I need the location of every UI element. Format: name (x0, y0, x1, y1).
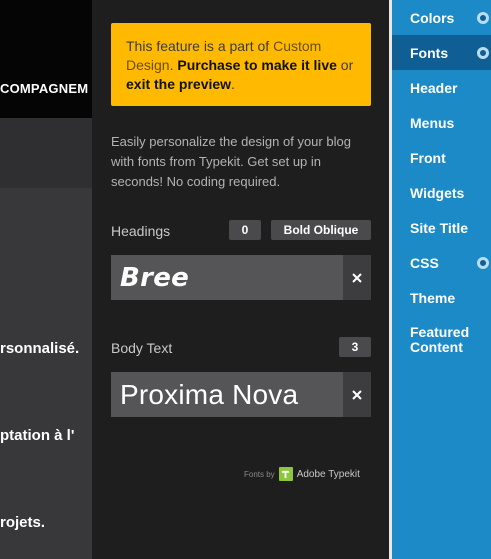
sidebar-item-label: Featured Content (410, 324, 470, 355)
body-text-count-badge: 3 (339, 337, 371, 357)
indicator-dot-icon (477, 256, 489, 269)
site-content (0, 188, 92, 559)
notice-text: or (336, 57, 354, 73)
sidebar-item-site-title[interactable]: Site Title (392, 210, 491, 245)
sidebar-item-label: Menus (410, 114, 455, 131)
sidebar-item-label: Widgets (410, 184, 465, 201)
headings-font-name[interactable]: Bree (111, 255, 343, 300)
upgrade-notice: This feature is a part of Custom Design.… (111, 23, 371, 106)
sidebar-item-label: Fonts (410, 44, 449, 61)
headings-label: Headings (111, 223, 171, 239)
exit-preview-link[interactable]: exit the preview (126, 76, 231, 92)
intro-text: Easily personalize the design of your bl… (111, 134, 351, 189)
sidebar-item-menus[interactable]: Menus (392, 105, 491, 140)
indicator-dot-icon (477, 46, 489, 59)
notice-text: This feature is a part of (126, 38, 274, 54)
sidebar-item-label: Colors (410, 9, 455, 26)
notice-text: . (231, 76, 235, 92)
site-nav-label: COMPAGNEM (0, 81, 89, 96)
body-text-label: Body Text (111, 340, 173, 356)
site-text-line: ptation à l' (0, 427, 75, 444)
sidebar-item-css[interactable]: CSS (392, 245, 491, 280)
typekit-name: Adobe Typekit (296, 468, 360, 480)
headings-font-selector: Bree (111, 255, 371, 300)
close-icon (352, 272, 362, 283)
headings-style-button[interactable]: Bold Oblique (271, 220, 371, 240)
body-text-font-selector: Proxima Nova (111, 372, 371, 417)
headings-count-badge: 0 (229, 220, 261, 240)
indicator-dot-icon (477, 11, 489, 24)
sidebar-item-header[interactable]: Header (392, 70, 491, 105)
close-icon (352, 389, 362, 400)
customizer-sidebar: Colors Fonts Header Menus Front Widgets … (392, 0, 491, 559)
site-text-line: rsonnalisé. (0, 340, 80, 357)
site-preview: COMPAGNEM rsonnalisé. ptation à l' rojet… (0, 0, 92, 559)
sidebar-item-theme[interactable]: Theme (392, 280, 491, 315)
site-band (0, 118, 92, 188)
typekit-logo-icon (278, 467, 293, 481)
site-header (0, 0, 92, 118)
sidebar-item-label: Theme (410, 289, 456, 306)
fonts-panel: This feature is a part of Custom Design.… (92, 0, 389, 559)
sidebar-item-colors[interactable]: Colors (392, 0, 491, 35)
sidebar-item-widgets[interactable]: Widgets (392, 175, 491, 210)
purchase-link[interactable]: Purchase to make it live (177, 57, 337, 73)
sidebar-item-label: Front (410, 149, 446, 166)
body-text-font-name[interactable]: Proxima Nova (111, 372, 343, 417)
body-text-remove-button[interactable] (343, 372, 371, 417)
sidebar-item-label: Site Title (410, 219, 469, 236)
sidebar-item-featured-content[interactable]: Featured Content (392, 317, 491, 363)
sidebar-item-front[interactable]: Front (392, 140, 491, 175)
site-text-line: rojets. (0, 514, 46, 531)
headings-remove-button[interactable] (343, 255, 371, 300)
sidebar-item-label: Header (410, 79, 458, 96)
sidebar-item-label: CSS (410, 254, 439, 271)
sidebar-item-fonts[interactable]: Fonts (392, 35, 491, 70)
typekit-credit[interactable]: Fonts by Adobe Typekit (244, 467, 360, 481)
fonts-by-label: Fonts by (244, 469, 275, 479)
